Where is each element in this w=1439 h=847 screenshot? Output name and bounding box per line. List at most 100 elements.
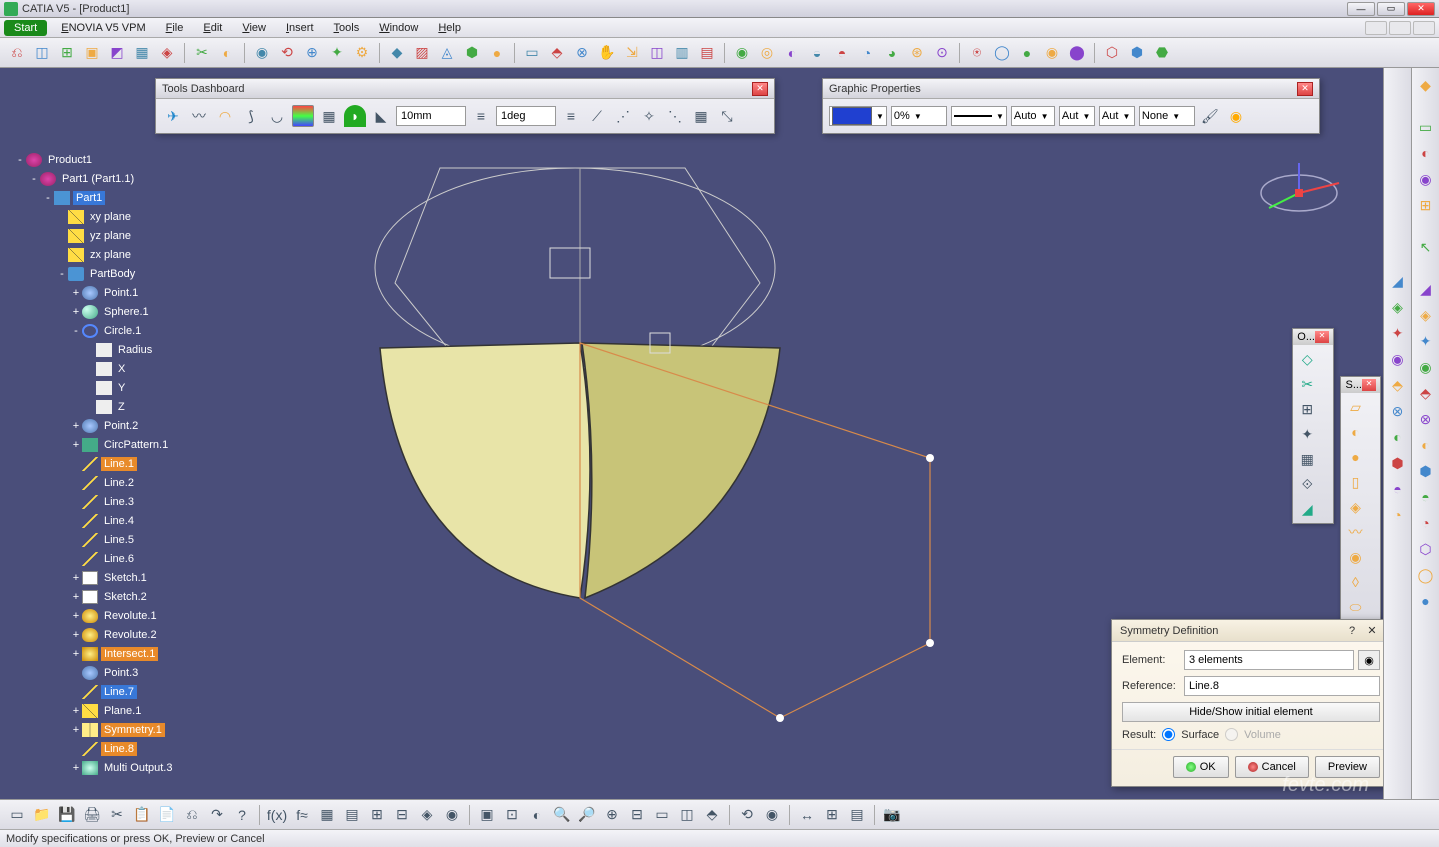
- tree-node-symmetry-1[interactable]: +Symmetry.1: [14, 720, 214, 739]
- side1-tool-3[interactable]: ◐: [1415, 142, 1437, 164]
- bottom-tool-16[interactable]: ⊟: [391, 804, 413, 826]
- close-icon[interactable]: ✕: [752, 82, 768, 96]
- tree-label[interactable]: zx plane: [87, 248, 134, 262]
- blend-icon[interactable]: ⬭: [1344, 596, 1366, 618]
- side1-tool-21[interactable]: ●: [1415, 590, 1437, 612]
- expand-toggle[interactable]: +: [70, 705, 82, 717]
- maximize-button[interactable]: ▭: [1377, 2, 1405, 16]
- bottom-tool-14[interactable]: ▤: [341, 804, 363, 826]
- top-tool-19[interactable]: ◬: [436, 42, 458, 64]
- tree-label[interactable]: Sketch.1: [101, 571, 150, 585]
- top-tool-50[interactable]: ⬣: [1151, 42, 1173, 64]
- plane-tool-icon[interactable]: ✈: [162, 105, 184, 127]
- top-tool-8[interactable]: ✂: [191, 42, 213, 64]
- side1-tool-9[interactable]: ◢: [1415, 278, 1437, 300]
- bottom-tool-5[interactable]: 📋: [131, 804, 153, 826]
- top-tool-2[interactable]: ⊞: [56, 42, 78, 64]
- menu-window[interactable]: Window: [369, 20, 428, 36]
- angle-step-icon[interactable]: ≡: [560, 105, 582, 127]
- linetype-dropdown[interactable]: ▼: [951, 106, 1007, 126]
- side1-tool-18[interactable]: ◔: [1415, 512, 1437, 534]
- opacity-dropdown[interactable]: 0%▼: [891, 106, 947, 126]
- snap4-icon[interactable]: ⋱: [664, 105, 686, 127]
- tree-node-radius[interactable]: Radius: [14, 340, 214, 359]
- side2-tool-17[interactable]: ◐: [1387, 426, 1409, 448]
- tree-node-part1-part1-1-[interactable]: -Part1 (Part1.1): [14, 169, 214, 188]
- bottom-tool-28[interactable]: ◫: [676, 804, 698, 826]
- tree-node-zx-plane[interactable]: zx plane: [14, 245, 214, 264]
- bottom-tool-6[interactable]: 📄: [156, 804, 178, 826]
- expand-toggle[interactable]: +: [70, 420, 82, 432]
- tree-label[interactable]: yz plane: [87, 229, 134, 243]
- side1-tool-5[interactable]: ⊞: [1415, 194, 1437, 216]
- tree-label[interactable]: Circle.1: [101, 324, 144, 338]
- bottom-tool-22[interactable]: ◐: [526, 804, 548, 826]
- color-tool-icon[interactable]: [292, 105, 314, 127]
- bottom-tool-38[interactable]: 📷: [881, 804, 903, 826]
- top-tool-42[interactable]: ⍟: [966, 42, 988, 64]
- bottom-tool-12[interactable]: f≈: [291, 804, 313, 826]
- doc-restore[interactable]: [1389, 21, 1411, 35]
- layer-dropdown[interactable]: None▼: [1139, 106, 1195, 126]
- side1-tool-17[interactable]: ◓: [1415, 486, 1437, 508]
- top-tool-12[interactable]: ⟲: [276, 42, 298, 64]
- top-tool-48[interactable]: ⬡: [1101, 42, 1123, 64]
- top-tool-3[interactable]: ▣: [81, 42, 103, 64]
- expand-toggle[interactable]: -: [28, 173, 40, 185]
- extrapolate-icon[interactable]: ◢: [1296, 498, 1318, 520]
- light-icon[interactable]: ◉: [1225, 105, 1247, 127]
- tree-node-point-3[interactable]: Point.3: [14, 663, 214, 682]
- symmetry-definition-dialog[interactable]: Symmetry Definition ? ✕ Element: ◉ Refer…: [1111, 619, 1391, 787]
- tree-node-part1[interactable]: -Part1: [14, 188, 214, 207]
- side1-tool-19[interactable]: ⬡: [1415, 538, 1437, 560]
- specification-tree[interactable]: -Product1-Part1 (Part1.1)-Part1xy planey…: [14, 150, 214, 777]
- bottom-tool-18[interactable]: ◉: [441, 804, 463, 826]
- side1-tool-4[interactable]: ◉: [1415, 168, 1437, 190]
- side1-tool-7[interactable]: ↖: [1415, 236, 1437, 258]
- expand-toggle[interactable]: +: [70, 610, 82, 622]
- tree-node-point-1[interactable]: +Point.1: [14, 283, 214, 302]
- fill-icon[interactable]: ◉: [1344, 546, 1366, 568]
- top-tool-15[interactable]: ⚙: [351, 42, 373, 64]
- side2-tool-18[interactable]: ⬢: [1387, 452, 1409, 474]
- expand-toggle[interactable]: +: [70, 648, 82, 660]
- top-tool-32[interactable]: ◉: [731, 42, 753, 64]
- snap3-icon[interactable]: ✧: [638, 105, 660, 127]
- arc-tool-icon[interactable]: ◡: [266, 105, 288, 127]
- expand-toggle[interactable]: +: [70, 762, 82, 774]
- tree-node-circpattern-1[interactable]: +CircPattern.1: [14, 435, 214, 454]
- brush-icon[interactable]: 🖌: [1199, 105, 1221, 127]
- tools-dashboard-window[interactable]: Tools Dashboard ✕ ✈ 〰 ◠ ⟆ ◡ ▦ ◗ ◣ ≡ ≡ ⟋ …: [155, 78, 775, 134]
- tree-node-sphere-1[interactable]: +Sphere.1: [14, 302, 214, 321]
- expand-toggle[interactable]: +: [70, 629, 82, 641]
- expand-toggle[interactable]: +: [70, 572, 82, 584]
- surface-radio[interactable]: [1162, 728, 1175, 741]
- top-tool-36[interactable]: ◓: [831, 42, 853, 64]
- top-tool-26[interactable]: ✋: [596, 42, 618, 64]
- top-tool-29[interactable]: ▥: [671, 42, 693, 64]
- sphere-icon[interactable]: ●: [1344, 446, 1366, 468]
- top-tool-39[interactable]: ⊛: [906, 42, 928, 64]
- dialog-titlebar[interactable]: Symmetry Definition ? ✕: [1112, 620, 1390, 642]
- side1-tool-13[interactable]: ⬘: [1415, 382, 1437, 404]
- tree-node-line-6[interactable]: Line.6: [14, 549, 214, 568]
- close-icon[interactable]: ✕: [1315, 331, 1329, 343]
- side2-tool-15[interactable]: ⬘: [1387, 374, 1409, 396]
- top-tool-6[interactable]: ◈: [156, 42, 178, 64]
- top-tool-20[interactable]: ⬢: [461, 42, 483, 64]
- menu-tools[interactable]: Tools: [324, 20, 370, 36]
- top-tool-44[interactable]: ●: [1016, 42, 1038, 64]
- revolve-icon[interactable]: ◐: [1344, 421, 1366, 443]
- trim-icon[interactable]: ▦: [1296, 448, 1318, 470]
- tree-label[interactable]: Line.8: [101, 742, 137, 756]
- menu-enovia-v5-vpm[interactable]: ENOVIA V5 VPM: [51, 20, 155, 36]
- top-tool-21[interactable]: ●: [486, 42, 508, 64]
- loft-icon[interactable]: ◊: [1344, 571, 1366, 593]
- bottom-tool-21[interactable]: ⊡: [501, 804, 523, 826]
- split-icon[interactable]: ✂: [1296, 373, 1318, 395]
- tree-label[interactable]: Symmetry.1: [101, 723, 165, 737]
- preview-button[interactable]: Preview: [1315, 756, 1380, 778]
- tree-label[interactable]: PartBody: [87, 267, 138, 281]
- top-tool-25[interactable]: ⊗: [571, 42, 593, 64]
- bottom-tool-24[interactable]: 🔎: [576, 804, 598, 826]
